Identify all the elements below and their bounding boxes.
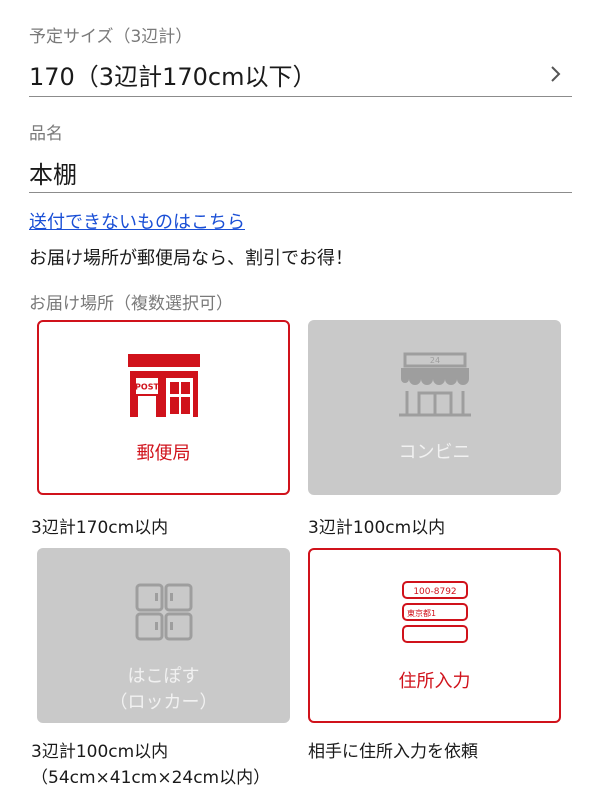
chevron-right-icon — [551, 66, 561, 82]
item-name-label: 品名 — [29, 124, 63, 144]
post-office-label: 郵便局 — [136, 443, 191, 464]
post-office-note: 3辺計170cm以内 — [31, 518, 169, 538]
size-label: 予定サイズ（3辺計） — [29, 27, 193, 47]
address-input-note: 相手に住所入力を依頼 — [308, 742, 478, 762]
address-form-icon: 100-8792 東京都1 — [401, 581, 468, 643]
size-select[interactable]: 予定サイズ（3辺計） 170（3辺計170cm以下） — [29, 0, 572, 100]
locker-label-line1: はこぽす — [127, 666, 200, 687]
store-24-text: 24 — [429, 356, 439, 365]
item-name-field[interactable]: 品名 本棚 — [29, 100, 572, 195]
locker-note-line2: （54cm×41cm×24cm以内） — [31, 768, 271, 788]
destination-address-input-card[interactable]: 100-8792 東京都1 住所入力 — [308, 548, 561, 723]
post-sign-text: POST — [135, 383, 159, 392]
convenience-store-label: コンビニ — [398, 442, 471, 463]
convenience-store-icon: 24 — [398, 352, 471, 417]
convenience-store-note: 3辺計100cm以内 — [308, 518, 446, 538]
destination-convenience-store-card[interactable]: 24 コンビニ — [308, 320, 561, 495]
locker-icon — [135, 583, 192, 641]
size-value: 170（3辺計170cm以下） — [29, 63, 317, 91]
cannot-send-link[interactable]: 送付できないものはこちら — [29, 208, 245, 234]
page: { "size": { "label": "予定サイズ（3辺計）", "valu… — [0, 0, 600, 800]
destination-post-office-card[interactable]: POST 郵便局 — [37, 320, 290, 495]
promo-text: お届け場所が郵便局なら、割引でお得！ — [29, 248, 353, 269]
size-underline — [29, 96, 572, 97]
address-input-label: 住所入力 — [398, 671, 471, 692]
locker-label-line2: （ロッカー） — [109, 692, 218, 713]
postal-code-text: 100-8792 — [413, 587, 456, 597]
prefecture-text: 東京都1 — [407, 608, 436, 618]
destination-locker-card[interactable]: はこぽす （ロッカー） — [37, 548, 290, 723]
locker-note-line1: 3辺計100cm以内 — [31, 742, 169, 762]
item-name-value: 本棚 — [29, 161, 77, 189]
post-office-icon: POST — [127, 354, 200, 417]
destination-label: お届け場所（複数選択可） — [29, 294, 233, 314]
item-name-underline — [29, 192, 572, 193]
